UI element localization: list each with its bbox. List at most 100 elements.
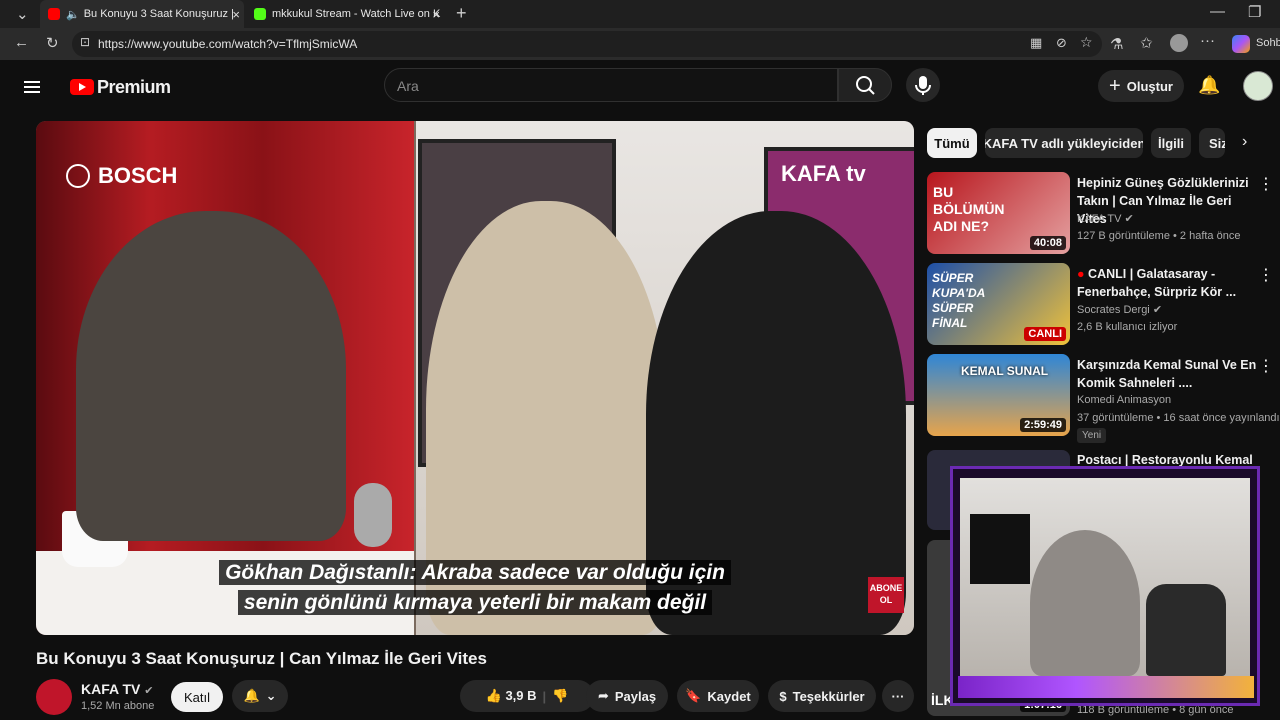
- site-info-icon[interactable]: ⊡: [80, 35, 90, 49]
- bell-icon: 🔔: [243, 688, 260, 703]
- more-vert-icon[interactable]: ⋮: [1258, 356, 1274, 376]
- video-thumbnail[interactable]: SÜPER KUPA'DA SÜPER FİNAL CANLI: [927, 263, 1070, 345]
- tab-kick[interactable]: mkkukul Stream - Watch Live on K ×: [246, 0, 444, 28]
- copilot-icon[interactable]: [1232, 35, 1250, 53]
- chip-all[interactable]: Tümü: [927, 128, 977, 158]
- join-button[interactable]: Katıl: [171, 682, 223, 712]
- host-figure: [76, 211, 346, 541]
- rec-meta: 2,6 B kullanıcı izliyor: [1077, 321, 1178, 333]
- tab-title: mkkukul Stream - Watch Live on K: [272, 8, 441, 20]
- video-thumbnail[interactable]: BU BÖLÜMÜN ADI NE? 40:08: [927, 172, 1070, 254]
- rec-channel[interactable]: Komedi Animasyon: [1077, 394, 1171, 406]
- favorites-icon[interactable]: ✩: [1140, 34, 1153, 52]
- search-icon: [856, 76, 875, 95]
- bosch-logo-icon: [66, 164, 90, 188]
- extensions-icon[interactable]: ⚗: [1110, 35, 1123, 53]
- youtube-favicon-icon: [48, 8, 60, 20]
- like-dislike-group: 👍 3,9 B | 👎: [460, 680, 594, 712]
- account-avatar[interactable]: [1243, 71, 1273, 101]
- subscriber-count: 1,52 Mn abone: [81, 700, 155, 712]
- subtitle-line-2: senin gönlünü kırmaya yeterli bir makam …: [36, 590, 914, 615]
- chip-for-you[interactable]: Sizin için: [1199, 128, 1225, 158]
- verified-icon: ✔: [1152, 304, 1163, 316]
- kafatv-logo: KAFA tv: [781, 161, 866, 186]
- channel-name[interactable]: KAFA TV ✔: [81, 681, 153, 697]
- search-placeholder: Ara: [397, 78, 419, 94]
- monitor: [970, 514, 1030, 584]
- new-badge: Yeni: [1077, 428, 1107, 443]
- gaming-chair: [1146, 584, 1226, 676]
- chip-from-uploader[interactable]: KAFA TV adlı yükleyiciden: [985, 128, 1143, 158]
- tab-list-chevron-icon[interactable]: ⌄: [16, 5, 29, 23]
- youtube-logo-icon[interactable]: [70, 79, 94, 95]
- minimize-icon[interactable]: —: [1210, 3, 1225, 20]
- streamer-figure: [1030, 530, 1140, 676]
- kick-favicon-icon: [254, 8, 266, 20]
- url-text: https://www.youtube.com/watch?v=TflmjSmi…: [98, 37, 358, 51]
- rec-title[interactable]: Karşınızda Kemal Sunal Ve En Komik Sahne…: [1077, 356, 1257, 392]
- thumbnail-text: BU BÖLÜMÜN ADI NE?: [933, 184, 1005, 234]
- rec-meta: 127 B görüntüleme • 2 hafta önce: [1077, 230, 1241, 242]
- browser-tab-bar: ⌄ 🔈 Bu Konuyu 3 Saat Konuşuruz | × mkkuk…: [0, 0, 1280, 28]
- video-thumbnail[interactable]: KEMAL SUNAL 2:59:49: [927, 354, 1070, 436]
- verified-icon: ✔: [1124, 213, 1134, 225]
- verified-icon: ✔: [144, 685, 154, 697]
- menu-icon[interactable]: [24, 78, 40, 96]
- reading-view-icon[interactable]: ▦: [1030, 35, 1042, 51]
- notification-settings-button[interactable]: 🔔 ⌄: [232, 680, 288, 712]
- webcam-overlay-bar: [958, 676, 1254, 698]
- thumbs-down-icon: 👎: [552, 688, 569, 703]
- close-tab-icon[interactable]: ×: [232, 7, 240, 22]
- share-arrow-icon: ➦: [597, 688, 609, 703]
- rec-channel[interactable]: Socrates Dergi ✔: [1077, 303, 1162, 316]
- more-options-icon[interactable]: ···: [1200, 32, 1215, 49]
- chip-related[interactable]: İlgili: [1151, 128, 1191, 158]
- more-actions-icon[interactable]: ···: [882, 680, 914, 712]
- speaker-icon: 🔈: [66, 8, 80, 21]
- dislike-button[interactable]: 👎: [552, 688, 568, 704]
- back-icon[interactable]: ←: [14, 34, 29, 51]
- rec-channel[interactable]: KAFA TV ✔: [1077, 212, 1134, 225]
- video-player[interactable]: BOSCH KAFA tv Gökhan Dağıstanlı: Akraba …: [36, 121, 914, 635]
- live-badge: CANLI: [1024, 327, 1066, 341]
- brand-label[interactable]: Premium: [97, 77, 171, 98]
- favorite-star-icon[interactable]: ☆: [1080, 34, 1093, 51]
- maximize-icon[interactable]: ❐: [1248, 3, 1261, 21]
- thumbnail-text: SÜPER KUPA'DA SÜPER FİNAL: [932, 271, 985, 330]
- new-tab-icon[interactable]: +: [456, 3, 467, 24]
- thumbs-up-icon: 👍: [485, 688, 502, 703]
- more-vert-icon[interactable]: ⋮: [1258, 174, 1274, 194]
- bosch-logo: BOSCH: [66, 163, 177, 189]
- subtitle-line-1: Gökhan Dağıstanlı: Akraba sadece var old…: [36, 560, 914, 585]
- thanks-button[interactable]: $ Teşekkürler: [768, 680, 876, 712]
- chevron-right-icon[interactable]: ›: [1242, 133, 1247, 151]
- subscribe-watermark: ABONE OL: [868, 577, 904, 613]
- plus-icon: +: [1109, 74, 1121, 97]
- voice-search-button[interactable]: [906, 68, 940, 102]
- tab-youtube[interactable]: 🔈 Bu Konuyu 3 Saat Konuşuruz | ×: [40, 0, 244, 28]
- close-tab-icon[interactable]: ×: [432, 7, 440, 22]
- more-vert-icon[interactable]: ⋮: [1258, 265, 1274, 285]
- studio-microphone: [354, 483, 392, 547]
- like-button[interactable]: 👍 3,9 B: [486, 688, 537, 704]
- url-field[interactable]: ⊡ https://www.youtube.com/watch?v=TflmjS…: [72, 31, 1102, 57]
- duration-badge: 40:08: [1029, 236, 1066, 250]
- create-button[interactable]: + Oluştur: [1098, 70, 1184, 102]
- search-input[interactable]: Ara: [384, 68, 838, 102]
- video-title: Bu Konuyu 3 Saat Konuşuruz | Can Yılmaz …: [36, 649, 487, 668]
- save-button[interactable]: 🔖 Kaydet: [677, 680, 759, 712]
- tracking-prevention-icon[interactable]: ⊘: [1056, 35, 1067, 51]
- rec-meta: 37 görüntüleme • 16 saat önce yayınlandı: [1077, 412, 1280, 424]
- copilot-label: Sohb: [1256, 37, 1280, 49]
- profile-icon[interactable]: [1170, 34, 1188, 52]
- search-button[interactable]: [838, 68, 892, 102]
- thumbnail-text: KEMAL SUNAL: [961, 364, 1049, 378]
- microphone-icon: [915, 76, 931, 95]
- reload-icon[interactable]: ↻: [46, 34, 59, 52]
- share-button[interactable]: ➦ Paylaş: [586, 680, 668, 712]
- live-dot-icon: ●: [1077, 267, 1085, 281]
- rec-title[interactable]: ● CANLI | Galatasaray - Fenerbahçe, Sürp…: [1077, 265, 1257, 301]
- notifications-bell-icon[interactable]: 🔔: [1198, 75, 1220, 96]
- channel-avatar[interactable]: [36, 679, 72, 715]
- bookmark-icon: 🔖: [685, 688, 702, 703]
